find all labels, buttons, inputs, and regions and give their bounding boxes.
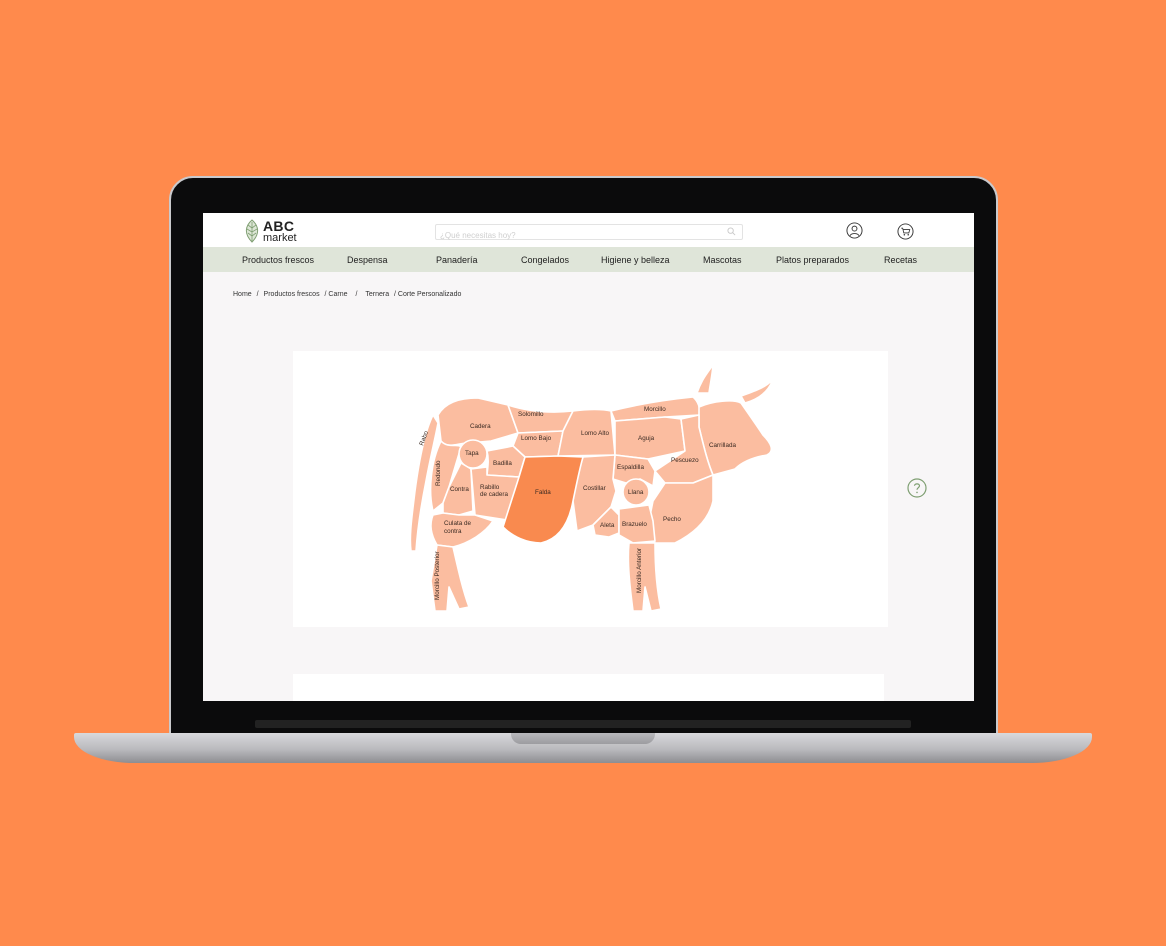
cut-carrillada[interactable] [698,400,773,476]
breadcrumb-current: / Corte Personalizado [394,291,462,298]
laptop-notch [511,733,655,744]
cut-label-culata-2: contra [444,528,462,535]
user-icon[interactable] [846,222,863,239]
cut-label-solomillo: Solomillo [518,411,544,418]
cut-label-rabillo-2: de cadera [480,491,509,498]
cut-label-carrillada: Carrillada [709,442,736,449]
breadcrumb-productos-frescos[interactable]: Productos frescos [264,291,320,298]
help-icon[interactable] [907,478,927,498]
cut-label-aguja: Aguja [638,435,655,442]
search-input[interactable] [436,228,720,243]
nav-item-platos-preparados[interactable]: Platos preparados [776,247,849,272]
cut-label-culata-1: Culata de [444,520,471,527]
cut-label-pecho: Pecho [663,516,681,523]
content-card [293,674,884,701]
cut-label-cadera: Cadera [470,423,491,430]
nav-item-mascotas[interactable]: Mascotas [703,247,742,272]
cut-label-redondo: Redondo [435,460,442,486]
cut-label-rabillo-1: Rabillo [480,484,500,491]
cut-label-costillar: Costillar [583,485,606,492]
cut-label-falda: Falda [535,489,551,496]
cow-cut-map: Rabo Cadera Solomillo Morcillo Lomo Bajo… [409,364,774,612]
laptop-hinge [255,720,911,728]
cut-label-tapa: Tapa [465,450,479,457]
breadcrumb-separator: / [256,291,259,298]
cut-label-morcillo-posterior: Morcillo Posterior [434,551,441,600]
breadcrumb: Home / Productos frescos / Carne / Terne… [233,291,464,298]
nav-item-despensa[interactable]: Despensa [347,247,388,272]
logo-primary: ABC [263,217,295,234]
search-icon[interactable] [727,227,736,236]
breadcrumb-separator: / [355,291,358,298]
cut-culata-de-contra[interactable] [430,512,494,548]
nav-item-congelados[interactable]: Congelados [521,247,569,272]
cut-pecho[interactable] [648,474,714,544]
cut-label-morcillo-anterior: Morcillo Anterior [636,548,643,593]
cut-label-badilla: Badilla [493,460,512,467]
cut-label-llana: Llana [628,489,644,496]
breadcrumb-ternera[interactable]: Ternera [365,291,389,298]
cut-label-espaldilla: Espaldilla [617,464,644,471]
cut-label-lomo-bajo: Lomo Bajo [521,435,552,442]
cow-horn [696,364,714,394]
breadcrumb-home[interactable]: Home [233,291,252,298]
cut-cadera[interactable] [437,397,519,446]
leaf-icon [245,219,259,243]
cut-label-brazuelo: Brazuelo [622,521,647,528]
search-bar [435,224,743,243]
cut-label-lomo-alto: Lomo Alto [581,430,610,437]
breadcrumb-carne[interactable]: / Carne [325,291,348,298]
nav-item-recetas[interactable]: Recetas [884,247,917,272]
site-header: ABC market [203,213,974,247]
browser-screen: ABC market Productos frescos Despensa Pa… [203,213,974,701]
cut-selector-card: Rabo Cadera Solomillo Morcillo Lomo Bajo… [293,351,888,627]
cart-icon[interactable] [897,223,914,240]
nav-item-panaderia[interactable]: Panadería [436,247,478,272]
cut-label-aleta: Aleta [600,522,615,529]
cut-morcillo-anterior[interactable] [627,542,662,612]
cut-label-pescuezo: Pescuezo [671,457,699,464]
cut-label-morcillo: Morcillo [644,406,666,413]
nav-item-productos-frescos[interactable]: Productos frescos [242,247,314,272]
logo-secondary: market [263,231,297,244]
nav-item-higiene-y-belleza[interactable]: Higiene y belleza [601,247,670,272]
main-nav: Productos frescos Despensa Panadería Con… [203,247,974,272]
site-logo[interactable]: ABC market [243,218,297,244]
cut-label-contra: Contra [450,486,469,493]
cow-horn [740,378,774,404]
